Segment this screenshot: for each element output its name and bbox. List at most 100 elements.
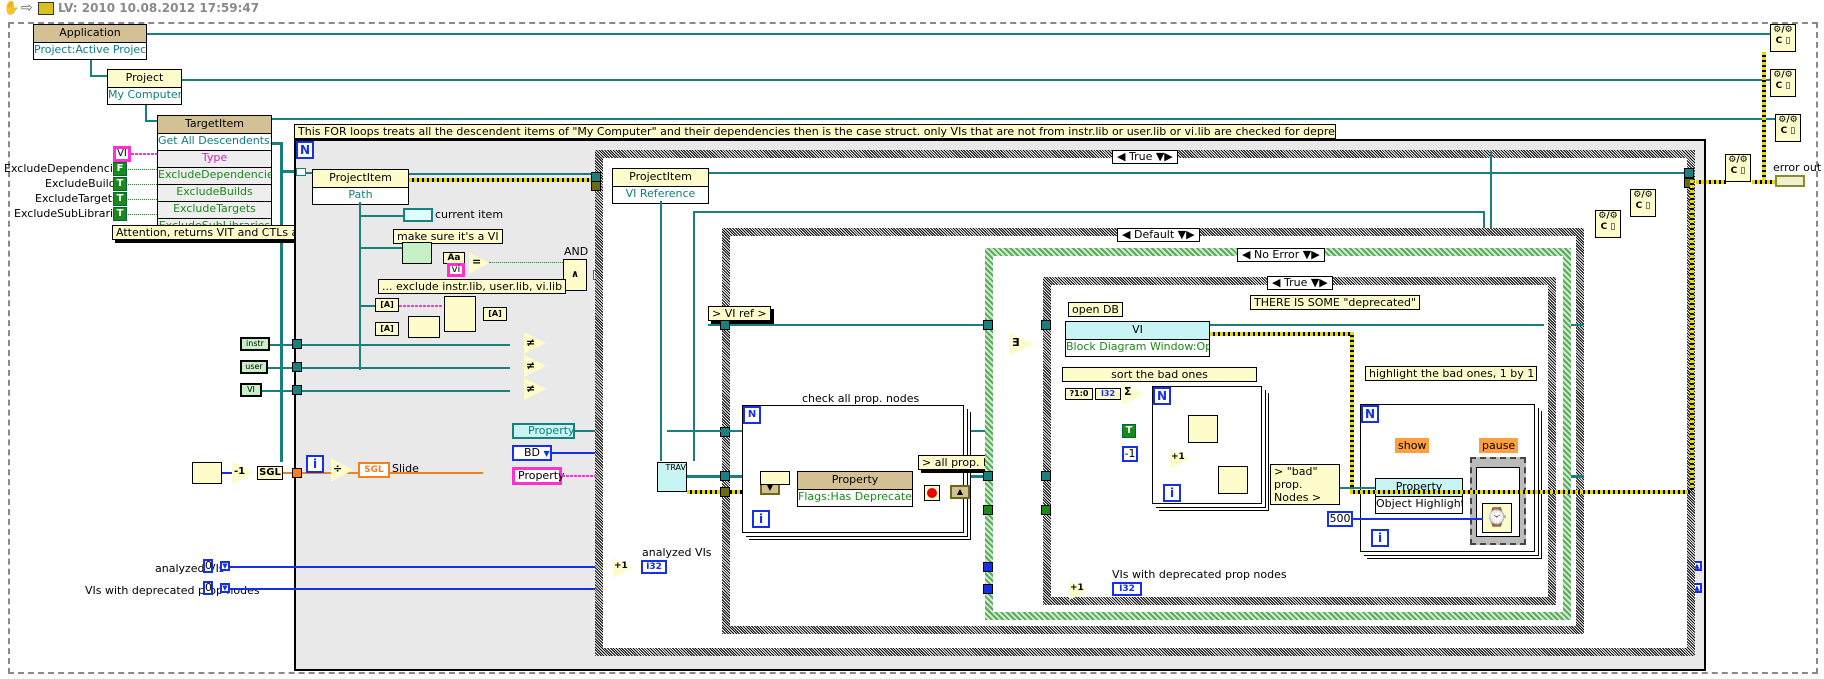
close-reference-node[interactable]: ⚙/⚙ C ▯ [1725, 154, 1751, 182]
property-string-constant[interactable]: Property [512, 467, 565, 485]
vi-path-constant[interactable]: VI [240, 383, 262, 397]
case-tunnel [983, 471, 993, 481]
vi-type-constant[interactable]: VI [113, 146, 131, 162]
vis-deprecated-control[interactable]: 0 [203, 581, 213, 595]
case-selector-default[interactable]: ◀ Default ▼▶ [1117, 228, 1200, 242]
slide-label: Slide [392, 462, 419, 475]
case-tunnel [720, 320, 730, 330]
wire [1210, 324, 1544, 326]
wire [131, 153, 157, 155]
sort-bad-comment: sort the bad ones [1062, 367, 1257, 382]
wire [128, 184, 157, 185]
node-input-type[interactable]: Type [157, 151, 272, 168]
wire [1340, 487, 1375, 489]
five-hundred-constant[interactable]: 500 [1327, 511, 1353, 527]
for-loop-comment: This FOR loops treats all the descendent… [294, 124, 1336, 139]
error-wire [409, 178, 596, 182]
exclude-sublibraries-label: ExcludeSubLibraries [14, 207, 126, 220]
check-all-label: check all prop. nodes [802, 392, 920, 405]
node-class: Property [1375, 478, 1463, 497]
wire [693, 211, 695, 461]
array-subset-node[interactable] [444, 296, 476, 332]
analyzed-vis-control[interactable]: 0 [203, 559, 213, 573]
close-reference-node[interactable]: ⚙/⚙ C ▯ [1770, 24, 1796, 52]
case-selector-outer[interactable]: ◀ True ▼▶ [1112, 150, 1178, 164]
node-input-excludebuilds[interactable]: ExcludeBuilds [157, 185, 272, 202]
error-shift-register-right: ▲ [950, 485, 970, 499]
object-highlight-node[interactable]: Property Object Highlight [1375, 478, 1463, 514]
case-tunnel [983, 320, 993, 330]
and-label: AND [564, 245, 589, 258]
node-property[interactable]: Object Highlight [1375, 497, 1463, 514]
exclude-sublibraries-constant[interactable]: T [113, 207, 127, 221]
not-equal-icon: ≠ [526, 336, 536, 349]
wire [128, 214, 157, 215]
application-property-node[interactable]: Application Project:Active Project [33, 24, 147, 60]
node-property[interactable]: My Computer [107, 88, 182, 105]
case-selector-inner[interactable]: ◀ True ▼▶ [1267, 276, 1333, 290]
projectitem-vireference-node[interactable]: ProjectItem VI Reference [612, 168, 709, 204]
traverse-for-gobjects-node[interactable]: TRAV [657, 462, 687, 492]
wire [90, 75, 108, 77]
exclude-targets-constant[interactable]: T [113, 192, 127, 206]
close-reference-node[interactable]: ⚙/⚙ C ▯ [1595, 210, 1621, 238]
error-wire [1752, 180, 1776, 184]
node-method[interactable]: Get All Descendents2 [157, 134, 272, 151]
index-array-node[interactable] [760, 471, 790, 485]
array-size-node-2[interactable] [192, 462, 222, 484]
exclude-dependencies-constant[interactable]: F [113, 162, 127, 176]
instr-path-constant[interactable]: instr [240, 337, 270, 351]
bd-ring-constant[interactable]: BD ▼ [512, 445, 552, 461]
close-reference-node[interactable]: ⚙/⚙ C ▯ [1775, 114, 1801, 142]
vis-deprecated-indicator: I32 [1112, 582, 1142, 596]
close-reference-node[interactable]: ⚙/⚙ C ▯ [1770, 69, 1796, 97]
node-class: Application [33, 24, 147, 43]
property-flags-node[interactable]: Property Flags:Has Deprecated [797, 471, 913, 507]
node-input-excludetargets[interactable]: ExcludeTargets [157, 202, 272, 219]
array-size-node[interactable] [408, 316, 440, 338]
node-input-excludedependencies[interactable]: ExcludeDependencies [157, 168, 272, 185]
analyzed-vis-label: analyzed VIs [155, 562, 225, 575]
projectitem-path-node[interactable]: ProjectItem Path [312, 169, 409, 205]
wire [399, 305, 443, 307]
search-array-node[interactable] [1188, 415, 1218, 443]
loop-tunnel [292, 339, 302, 349]
exclude-builds-constant[interactable]: T [113, 177, 127, 191]
wait-ms-icon: ⌚ [1482, 503, 1512, 533]
node-property[interactable]: Project:Active Project [33, 43, 147, 60]
true-constant[interactable]: T [1122, 424, 1136, 438]
property-class-constant[interactable]: Property [512, 423, 575, 439]
highlight-comment: highlight the bad ones, 1 by 1 [1365, 366, 1537, 381]
wire [359, 305, 375, 307]
user-path-constant[interactable]: user [240, 360, 268, 374]
wire-targetitem-ref [272, 118, 1782, 120]
index-array-node-2[interactable] [1218, 466, 1248, 494]
stop-terminal[interactable] [924, 485, 940, 501]
loop-tunnel [1684, 168, 1694, 178]
equal-icon: = [472, 255, 482, 268]
vi-string-constant[interactable]: vi [447, 263, 465, 277]
project-property-node[interactable]: Project My Computer [107, 69, 182, 105]
vi-property-node[interactable]: VI Block Diagram Window:Open [1065, 321, 1210, 357]
index-tunnel [296, 168, 306, 176]
case-tunnel-error [720, 487, 730, 497]
error-out-label: error out [1773, 161, 1822, 174]
error-out-indicator [1775, 175, 1805, 187]
close-reference-node[interactable]: ⚙/⚙ C ▯ [1630, 189, 1656, 217]
node-property[interactable]: Block Diagram Window:Open [1065, 340, 1210, 357]
show-label: show [1395, 438, 1430, 453]
compound-and-node[interactable]: ∧ [563, 259, 587, 291]
minus-one-constant[interactable]: -1 [1122, 446, 1138, 462]
shift-register-left: ▼ [220, 561, 230, 571]
hand-cursor-icon[interactable]: ✋ [3, 1, 19, 16]
wire [90, 58, 92, 76]
vi-ref-comment: > VI ref > [708, 306, 771, 321]
run-arrow-icon[interactable]: ⇨ [21, 0, 33, 16]
targetitem-invoke-node[interactable]: TargetItem Get All Descendents2 Type Exc… [157, 115, 272, 236]
node-class: Property [797, 471, 913, 490]
path-to-array-icon: [A] [375, 298, 399, 312]
loop-iteration-terminal: i [752, 510, 770, 528]
strip-path-extension-node[interactable] [402, 242, 432, 264]
case-selector-error[interactable]: ◀ No Error ▼▶ [1237, 248, 1325, 262]
node-property[interactable]: Flags:Has Deprecated [797, 490, 913, 507]
